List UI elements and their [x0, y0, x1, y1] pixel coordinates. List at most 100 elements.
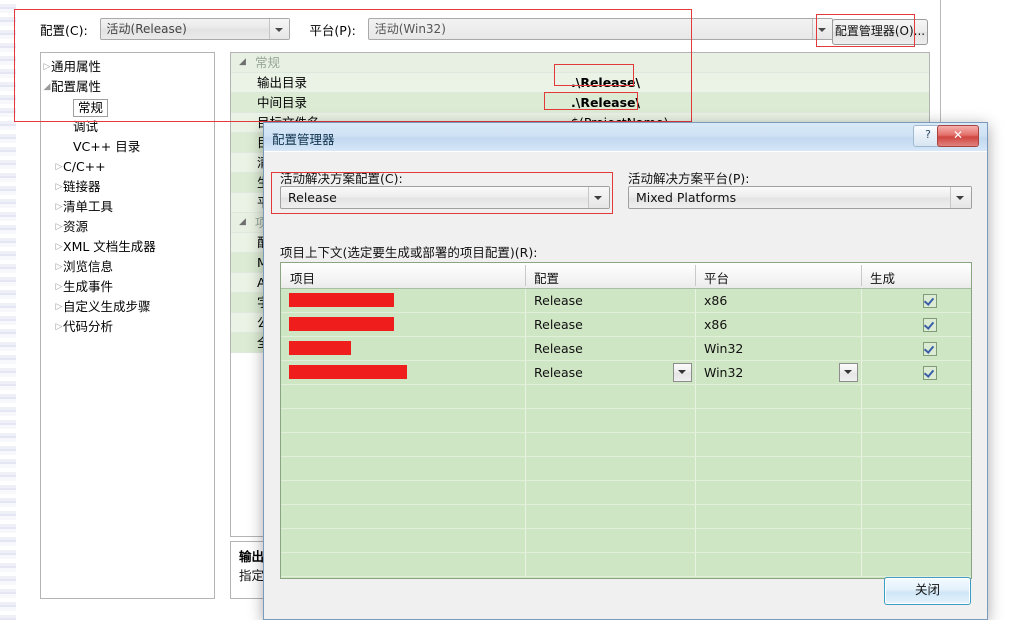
- project-name-redacted: [289, 341, 351, 355]
- column-separator: [861, 313, 862, 336]
- column-separator: [525, 361, 526, 384]
- table-header-row: 项目 配置 平台 生成: [281, 263, 971, 289]
- tree-item-3[interactable]: 调试: [41, 117, 214, 137]
- column-separator: [525, 385, 526, 408]
- table-header-3[interactable]: 生成: [870, 268, 895, 287]
- tree-item-label: 浏览信息: [63, 259, 114, 274]
- table-header-2[interactable]: 平台: [704, 268, 729, 287]
- chevron-down-icon: [811, 19, 832, 39]
- dialog-body: 活动解决方案配置(C): Release 活动解决方案平台(P): Mixed …: [264, 151, 987, 619]
- active-solution-platform-combo[interactable]: Mixed Platforms: [628, 186, 972, 209]
- property-row[interactable]: 输出目录 .\Release\: [231, 73, 929, 93]
- column-separator: [861, 385, 862, 408]
- property-row[interactable]: 中间目录 .\Release\: [231, 93, 929, 113]
- cell-platform[interactable]: Win32: [704, 365, 743, 380]
- configuration-toolbar: 配置(C): 活动(Release) 平台(P): 活动(Win32): [40, 18, 940, 46]
- chevron-down-icon: [268, 19, 289, 39]
- build-checkbox[interactable]: [923, 342, 937, 356]
- configuration-combo[interactable]: 活动(Release): [99, 18, 290, 40]
- project-name-redacted: [289, 293, 394, 307]
- column-separator: [861, 505, 862, 528]
- close-icon[interactable]: ✕: [937, 125, 979, 147]
- cell-configuration[interactable]: Release: [534, 293, 583, 308]
- property-name: 中间目录: [257, 95, 308, 110]
- column-separator: [525, 289, 526, 312]
- cell-platform[interactable]: x86: [704, 317, 727, 332]
- column-separator[interactable]: [525, 265, 526, 286]
- table-row[interactable]: [281, 505, 971, 529]
- dialog-titlebar: 配置管理器 ? ✕: [264, 123, 987, 152]
- column-separator: [695, 337, 696, 360]
- platform-label: 平台(P):: [309, 22, 356, 38]
- configuration-manager-button[interactable]: 配置管理器(O)...: [832, 19, 928, 45]
- platform-dropdown-button[interactable]: [839, 363, 858, 382]
- table-row[interactable]: [281, 433, 971, 457]
- platform-combo[interactable]: 活动(Win32): [367, 18, 833, 40]
- property-name: 输出目录: [257, 75, 308, 90]
- close-button[interactable]: 关闭: [884, 577, 971, 605]
- cell-platform[interactable]: x86: [704, 293, 727, 308]
- tree-item-2[interactable]: 常规: [41, 97, 214, 117]
- table-row[interactable]: [281, 385, 971, 409]
- tree-item-11[interactable]: ▷ 生成事件: [41, 277, 214, 297]
- table-row[interactable]: [281, 481, 971, 505]
- table-row[interactable]: Release Win32: [281, 337, 971, 361]
- column-separator: [861, 361, 862, 384]
- table-row[interactable]: [281, 457, 971, 481]
- table-row[interactable]: Release x86: [281, 289, 971, 313]
- chevron-down-icon[interactable]: ◢: [239, 53, 246, 72]
- column-separator: [525, 505, 526, 528]
- column-separator[interactable]: [861, 265, 862, 286]
- project-name-redacted: [289, 365, 407, 379]
- tree-item-13[interactable]: ▷ 代码分析: [41, 317, 214, 337]
- cell-configuration[interactable]: Release: [534, 365, 583, 380]
- table-row[interactable]: [281, 529, 971, 553]
- table-row[interactable]: [281, 409, 971, 433]
- table-header-1[interactable]: 配置: [534, 268, 559, 287]
- tree-item-label: 自定义生成步骤: [63, 299, 151, 314]
- table-row[interactable]: [281, 553, 971, 577]
- table-row[interactable]: Release Win32: [281, 361, 971, 385]
- platform-combo-value: 活动(Win32): [374, 22, 446, 36]
- table-body[interactable]: Release x86 Release x86 Release Win32 Release W…: [281, 289, 971, 577]
- cell-platform[interactable]: Win32: [704, 341, 743, 356]
- active-solution-config-combo[interactable]: Release: [280, 186, 610, 209]
- table-row[interactable]: Release x86: [281, 313, 971, 337]
- chevron-down-icon[interactable]: ◢: [239, 213, 246, 232]
- column-separator: [525, 337, 526, 360]
- build-checkbox[interactable]: [923, 318, 937, 332]
- column-separator: [525, 529, 526, 552]
- tree-item-9[interactable]: ▷ XML 文档生成器: [41, 237, 214, 257]
- active-solution-config-label: 活动解决方案配置(C):: [280, 171, 403, 186]
- tree-item-label: 生成事件: [63, 279, 114, 294]
- column-separator: [695, 409, 696, 432]
- column-separator: [525, 433, 526, 456]
- property-value[interactable]: .\Release\: [571, 73, 640, 92]
- column-separator[interactable]: [695, 265, 696, 286]
- tree-item-1[interactable]: ◢ 配置属性: [41, 77, 214, 97]
- column-separator: [861, 553, 862, 576]
- column-separator: [861, 289, 862, 312]
- build-checkbox[interactable]: [923, 366, 937, 380]
- property-value[interactable]: .\Release\: [571, 93, 640, 112]
- column-separator: [695, 433, 696, 456]
- cell-configuration[interactable]: Release: [534, 317, 583, 332]
- build-checkbox[interactable]: [923, 294, 937, 308]
- tree-item-5[interactable]: ▷ C/C++: [41, 157, 214, 177]
- configuration-dropdown-button[interactable]: [673, 363, 692, 382]
- table-header-0[interactable]: 项目: [290, 268, 315, 287]
- active-solution-platform-value: Mixed Platforms: [636, 190, 737, 205]
- project-context-table[interactable]: 项目 配置 平台 生成 Release x86 Release x86 Release Win3…: [280, 262, 972, 579]
- tree-item-selected: 常规: [73, 99, 109, 117]
- tree-item-12[interactable]: ▷ 自定义生成步骤: [41, 297, 214, 317]
- property-tree[interactable]: ▷ 通用属性 ◢ 配置属性 常规 调试 VC++ 目录 ▷ C/C++ ▷ 链接器 ▷ 清单工具 ▷ 资源 ▷…: [40, 52, 215, 599]
- configuration-manager-dialog: 配置管理器 ? ✕ 活动解决方案配置(C): Release 活动解决方案平台(…: [263, 122, 988, 620]
- tree-item-7[interactable]: ▷ 清单工具: [41, 197, 214, 217]
- tree-item-6[interactable]: ▷ 链接器: [41, 177, 214, 197]
- tree-item-4[interactable]: VC++ 目录: [41, 137, 214, 157]
- tree-item-8[interactable]: ▷ 资源: [41, 217, 214, 237]
- tree-item-0[interactable]: ▷ 通用属性: [41, 57, 214, 77]
- tree-item-label: 链接器: [63, 179, 101, 194]
- tree-item-10[interactable]: ▷ 浏览信息: [41, 257, 214, 277]
- cell-configuration[interactable]: Release: [534, 341, 583, 356]
